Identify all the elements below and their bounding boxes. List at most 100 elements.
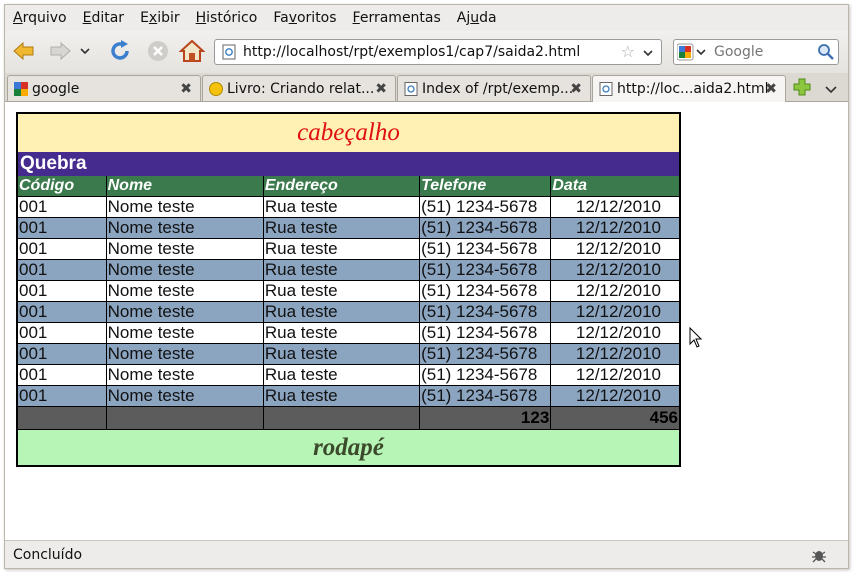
tab-close-icon[interactable]: ✖ xyxy=(765,81,777,97)
table-row: 001 Nome teste Rua teste (51) 1234-5678 12/1… xyxy=(17,280,680,302)
tab-label: google xyxy=(32,80,80,97)
table-cell: Nome teste xyxy=(106,322,264,344)
loading-favicon-icon xyxy=(209,82,223,96)
table-cell: 001 xyxy=(17,196,107,218)
report-rows: 001 Nome teste Rua teste (51) 1234-5678 12/1… xyxy=(17,196,680,407)
search-input[interactable] xyxy=(714,42,816,62)
table-cell: Rua teste xyxy=(263,301,421,323)
reload-button[interactable] xyxy=(105,36,135,66)
table-cell: (51) 1234-5678 xyxy=(419,322,552,344)
search-icon[interactable] xyxy=(817,43,835,61)
table-cell: 001 xyxy=(17,322,107,344)
total-cell xyxy=(17,406,107,430)
table-cell: Rua teste xyxy=(263,280,421,302)
table-cell: 001 xyxy=(17,217,107,239)
table-cell: 12/12/2010 xyxy=(550,259,680,281)
table-cell: Nome teste xyxy=(106,280,264,302)
table-cell: Rua teste xyxy=(263,343,421,365)
table-cell: Rua teste xyxy=(263,322,421,344)
menu-ferramentas[interactable]: Ferramentas xyxy=(353,10,441,26)
menu-arquivo[interactable]: Arquivo xyxy=(13,10,67,26)
column-header: Nome xyxy=(106,176,264,197)
table-row: 001 Nome teste Rua teste (51) 1234-5678 12/1… xyxy=(17,322,680,344)
table-cell: 001 xyxy=(17,259,107,281)
table-cell: 001 xyxy=(17,238,107,260)
table-cell: 001 xyxy=(17,301,107,323)
table-cell: Nome teste xyxy=(106,301,264,323)
table-cell: (51) 1234-5678 xyxy=(419,343,552,365)
table-cell: 12/12/2010 xyxy=(550,196,680,218)
table-cell: 12/12/2010 xyxy=(550,322,680,344)
plus-icon xyxy=(793,78,811,96)
table-row: 001 Nome teste Rua teste (51) 1234-5678 12/1… xyxy=(17,238,680,260)
table-cell: 001 xyxy=(17,343,107,365)
menu-favoritos[interactable]: Favoritos xyxy=(273,10,336,26)
table-row: 001 Nome teste Rua teste (51) 1234-5678 12/1… xyxy=(17,343,680,365)
table-cell: 12/12/2010 xyxy=(550,301,680,323)
forward-button[interactable] xyxy=(45,36,75,66)
menu-editar[interactable]: Editar xyxy=(83,10,124,26)
tab-google[interactable]: google ✖ xyxy=(7,75,201,101)
table-cell: 001 xyxy=(17,280,107,302)
table-cell: Nome teste xyxy=(106,259,264,281)
table-cell: Nome teste xyxy=(106,385,264,407)
column-header: Endereço xyxy=(263,176,421,197)
table-row: 001 Nome teste Rua teste (51) 1234-5678 12/1… xyxy=(17,364,680,386)
google-engine-icon[interactable] xyxy=(677,42,709,62)
tab-close-icon[interactable]: ✖ xyxy=(570,81,582,97)
url-bar[interactable]: http://localhost/rpt/exemplos1/cap7/said… xyxy=(214,39,662,65)
tab-close-icon[interactable]: ✖ xyxy=(375,81,387,97)
table-cell: Rua teste xyxy=(263,259,421,281)
table-cell: 12/12/2010 xyxy=(550,364,680,386)
tab-close-icon[interactable]: ✖ xyxy=(180,81,192,97)
page-favicon-icon xyxy=(404,82,418,96)
status-bar: Concluído xyxy=(5,540,848,568)
table-cell: (51) 1234-5678 xyxy=(419,301,552,323)
table-cell: Nome teste xyxy=(106,238,264,260)
table-cell: Rua teste xyxy=(263,217,421,239)
back-arrow-icon xyxy=(13,41,34,61)
table-row: 001 Nome teste Rua teste (51) 1234-5678 12/1… xyxy=(17,196,680,218)
navigation-toolbar: http://localhost/rpt/exemplos1/cap7/said… xyxy=(5,31,848,73)
menu-historico[interactable]: Histórico xyxy=(196,10,258,26)
report-footer: rodapé xyxy=(17,429,680,466)
table-cell: Nome teste xyxy=(106,196,264,218)
url-dropdown-icon[interactable] xyxy=(643,49,653,57)
bookmark-star-icon[interactable]: ☆ xyxy=(621,42,635,61)
chevron-down-icon xyxy=(80,48,90,55)
new-tab-button[interactable] xyxy=(793,78,811,100)
status-text: Concluído xyxy=(13,547,83,563)
report-header: cabeçalho xyxy=(17,113,680,152)
table-row: 001 Nome teste Rua teste (51) 1234-5678 12/1… xyxy=(17,385,680,407)
page-favicon-icon xyxy=(599,82,613,96)
table-cell: Rua teste xyxy=(263,364,421,386)
google-favicon-icon xyxy=(14,82,28,96)
tab-bar: google ✖ Livro: Criando relat... ✖ Index… xyxy=(5,73,848,102)
total-cell xyxy=(106,406,264,430)
table-cell: 12/12/2010 xyxy=(550,343,680,365)
tab-saida2[interactable]: http://loc...aida2.html ✖ xyxy=(592,75,786,102)
table-row: 001 Nome teste Rua teste (51) 1234-5678 12/1… xyxy=(17,217,680,239)
tab-list-button[interactable] xyxy=(825,82,837,98)
table-cell: Nome teste xyxy=(106,343,264,365)
url-text: http://localhost/rpt/exemplos1/cap7/said… xyxy=(243,44,581,60)
table-cell: (51) 1234-5678 xyxy=(419,280,552,302)
home-button[interactable] xyxy=(177,36,207,66)
table-cell: 12/12/2010 xyxy=(550,280,680,302)
stop-button[interactable] xyxy=(143,36,173,66)
browser-window: Arquivo Editar Exibir Histórico Favorito… xyxy=(4,4,849,569)
menu-ajuda[interactable]: Ajuda xyxy=(457,10,497,26)
column-header: Código xyxy=(17,176,107,197)
group-break: Quebra xyxy=(17,152,680,176)
history-dropdown-button[interactable] xyxy=(75,36,95,66)
table-cell: (51) 1234-5678 xyxy=(419,196,552,218)
table-cell: Rua teste xyxy=(263,196,421,218)
mouse-cursor-icon xyxy=(689,327,703,348)
total-data: 456 xyxy=(550,406,680,430)
search-box xyxy=(673,39,839,65)
menu-exibir[interactable]: Exibir xyxy=(140,10,180,26)
firebug-bug-icon[interactable] xyxy=(810,547,828,563)
tab-index[interactable]: Index of /rpt/exemp... ✖ xyxy=(397,75,591,101)
back-button[interactable] xyxy=(9,36,39,66)
tab-livro[interactable]: Livro: Criando relat... ✖ xyxy=(202,75,396,101)
